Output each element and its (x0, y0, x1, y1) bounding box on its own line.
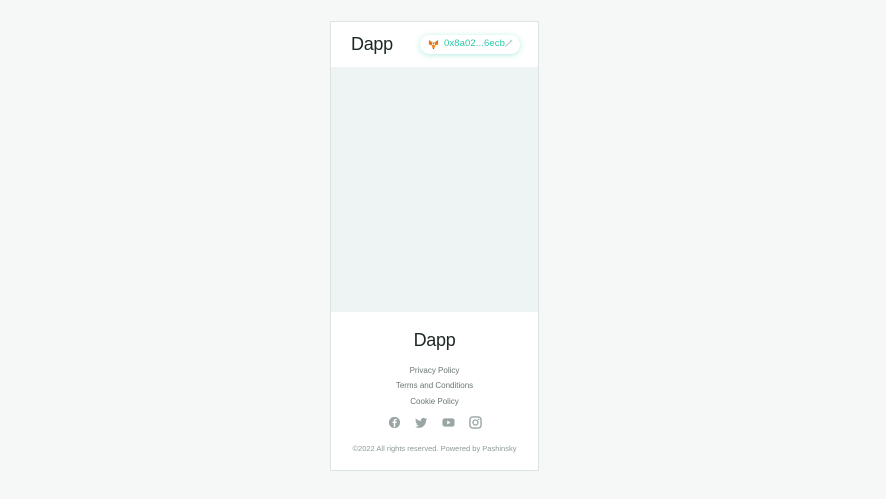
metamask-fox-icon (428, 39, 439, 50)
app-header: Dapp 0x8a02...6ecb (331, 22, 538, 67)
youtube-icon[interactable] (442, 416, 455, 429)
instagram-icon[interactable] (469, 416, 482, 429)
privacy-policy-link[interactable]: Privacy Policy (331, 366, 538, 375)
wallet-address: 0x8a02...6ecb (444, 38, 505, 49)
pencil-icon[interactable] (504, 39, 513, 48)
twitter-icon[interactable] (415, 416, 428, 429)
footer-logo[interactable]: Dapp (331, 330, 538, 351)
app-footer: Dapp Privacy Policy Terms and Conditions… (331, 312, 538, 470)
cookie-policy-link[interactable]: Cookie Policy (331, 397, 538, 406)
social-links (331, 416, 538, 430)
copyright-text: ©2022 All rights reserved. Powered by Pa… (352, 444, 517, 453)
main-content-area (331, 67, 538, 312)
terms-and-conditions-link[interactable]: Terms and Conditions (331, 381, 538, 390)
wallet-button[interactable]: 0x8a02...6ecb (420, 35, 520, 54)
header-logo[interactable]: Dapp (351, 34, 393, 55)
facebook-icon[interactable] (388, 416, 401, 429)
app-frame: Dapp 0x8a02...6ecb Dapp Privacy Policy T… (330, 21, 539, 471)
